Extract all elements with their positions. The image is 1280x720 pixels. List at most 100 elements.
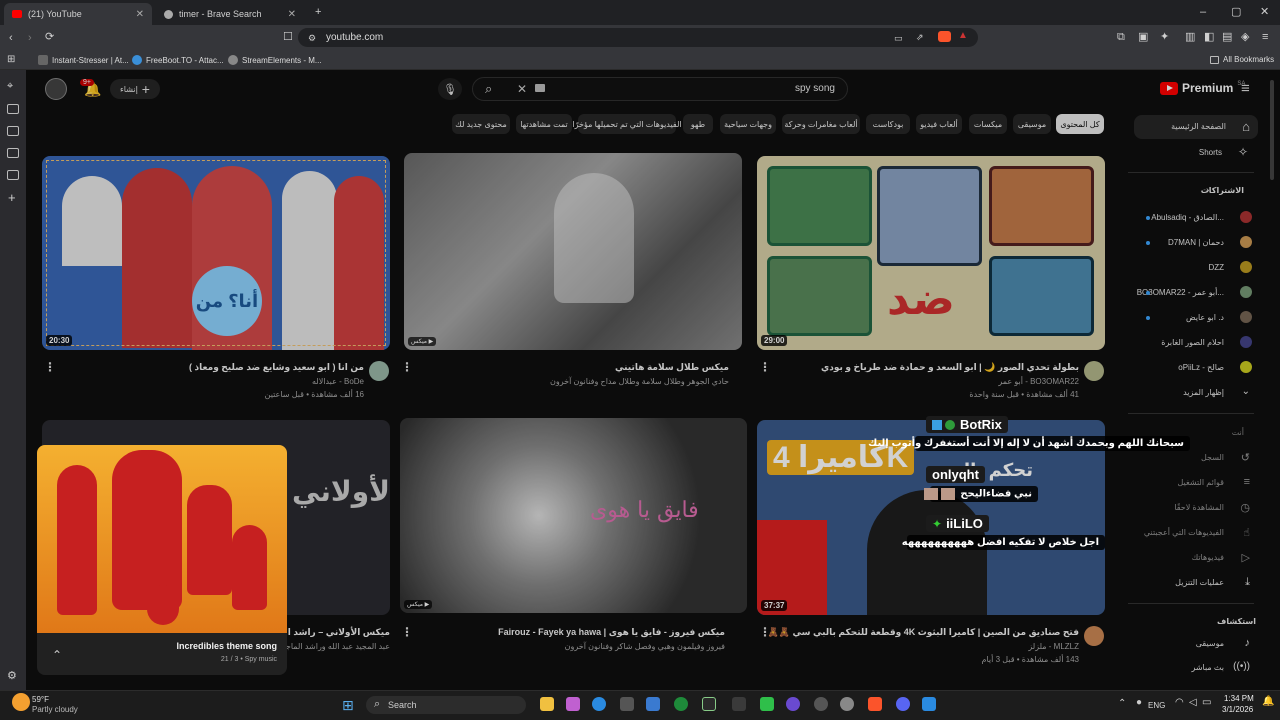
- weather-icon[interactable]: [12, 693, 30, 711]
- file-explorer-icon[interactable]: [540, 697, 554, 711]
- chip-mixes[interactable]: ميكسات: [969, 114, 1007, 134]
- video-thumbnail[interactable]: ضد 29:00: [757, 156, 1105, 350]
- app-icon[interactable]: [732, 697, 746, 711]
- chip-destinations[interactable]: وجهات سياحية: [720, 114, 776, 134]
- extensions-icon[interactable]: ⧉: [1117, 31, 1125, 43]
- taskbar-search[interactable]: ⌕ Search: [366, 696, 526, 714]
- channel-avatar[interactable]: [1084, 361, 1104, 381]
- tab-brave-search[interactable]: timer - Brave Search ✕: [156, 3, 304, 25]
- apps-grid-icon[interactable]: ⊞: [7, 54, 15, 66]
- leo-ai-icon[interactable]: ⌖: [7, 80, 13, 92]
- video-thumbnail[interactable]: أنا؟ من 20:30: [42, 156, 390, 350]
- rewards-icon[interactable]: ▲: [958, 30, 968, 42]
- battery-icon[interactable]: ▭: [1202, 697, 1211, 708]
- app-icon[interactable]: [922, 697, 936, 711]
- close-icon[interactable]: ✕: [136, 9, 144, 20]
- play-icon[interactable]: [760, 697, 774, 711]
- wifi-icon[interactable]: ◠: [1175, 697, 1184, 708]
- channel-avatar[interactable]: [1084, 626, 1104, 646]
- subscription-item[interactable]: DZZ: [1134, 260, 1258, 276]
- add-panel-icon[interactable]: +: [8, 191, 16, 204]
- sidebar-icon[interactable]: ▥: [1185, 31, 1195, 43]
- notification-center-icon[interactable]: 🔔: [1262, 696, 1274, 707]
- share-icon[interactable]: ⇗: [916, 31, 924, 43]
- show-more[interactable]: إظهار المزيد ⌄: [1134, 385, 1258, 401]
- more-options-icon[interactable]: ⋮: [44, 360, 56, 374]
- channel-name[interactable]: BO3OMAR22 - أبو عمر: [998, 377, 1079, 386]
- app-icon[interactable]: [566, 697, 580, 711]
- search-box[interactable]: ⌕ ✕ spy song: [472, 77, 848, 101]
- video-title[interactable]: ميكس طلال سلامة هاتيني: [615, 362, 729, 373]
- app-icon[interactable]: [620, 697, 634, 711]
- video-title[interactable]: فتح صناديق من الصين | كاميرا البثوث 4K و…: [768, 627, 1079, 638]
- reload-icon[interactable]: ⟳: [45, 31, 54, 43]
- channel-name[interactable]: فيروز وفيلمون وهبي وفصل شاكر وفنانون آخر…: [565, 642, 725, 651]
- search-icon[interactable]: ⌕: [485, 81, 492, 97]
- avatar[interactable]: [45, 78, 67, 100]
- voice-search-button[interactable]: 🎙: [438, 78, 462, 100]
- channel-name[interactable]: MLZLZ - ملزلز: [1028, 642, 1079, 651]
- mini-player[interactable]: ⌃ Incredibles theme song 21 / 3 • Spy mu…: [37, 445, 287, 675]
- wallet-brave-icon[interactable]: ▤: [1222, 31, 1232, 43]
- chip-podcasts[interactable]: بودكاست: [866, 114, 910, 134]
- bookmark-item[interactable]: Instant-Stresser | At...: [38, 55, 129, 65]
- chip-all[interactable]: كل المحتوى: [1056, 114, 1104, 134]
- subscription-item[interactable]: احلام الصور الغابرة: [1134, 335, 1258, 351]
- shield-icon[interactable]: ◈: [1241, 31, 1249, 43]
- subscription-item[interactable]: BO3OMAR22 - أبو عمر...: [1134, 285, 1258, 301]
- nav-downloads[interactable]: ⤓ عمليات التنزيل: [1134, 575, 1258, 591]
- chip-music[interactable]: موسيقى: [1013, 114, 1051, 134]
- nav-music[interactable]: ♪ موسيقى: [1134, 636, 1258, 652]
- all-bookmarks[interactable]: All Bookmarks: [1210, 55, 1274, 64]
- video-thumbnail[interactable]: ميكس ▶: [404, 153, 742, 350]
- video-title[interactable]: من انا ( ابو سعيد وشايع ضد صليح ومعاذ ): [189, 362, 364, 373]
- back-icon[interactable]: ‹: [9, 32, 13, 44]
- scrollbar[interactable]: [1270, 80, 1274, 180]
- hamburger-menu-icon[interactable]: ≡: [1241, 80, 1250, 97]
- nav-history[interactable]: ↺ السجل: [1134, 450, 1258, 466]
- video-thumbnail[interactable]: فايق يا هوى ميكس ▶: [400, 418, 747, 613]
- youtube-premium-logo[interactable]: Premium SA: [1160, 81, 1245, 95]
- more-options-icon[interactable]: ⋮: [401, 360, 413, 374]
- forward-icon[interactable]: ›: [28, 32, 32, 44]
- reading-list-icon[interactable]: [7, 104, 19, 114]
- address-bar[interactable]: ⚙ youtube.com ▭ ⇗ ▲: [298, 28, 978, 47]
- windows-start-icon[interactable]: ⊞: [342, 697, 354, 714]
- create-button[interactable]: إنشاء +: [110, 79, 160, 99]
- nav-watch-later[interactable]: ◷ المشاهدة لاحقًا: [1134, 500, 1258, 516]
- chip-new-to-you[interactable]: محتوى جديد لك: [452, 114, 510, 134]
- history-icon[interactable]: [7, 148, 19, 158]
- video-title[interactable]: ميكس فيروز - فايق يا هوى | Fairouz - Fay…: [498, 627, 725, 638]
- more-options-icon[interactable]: ⋮: [759, 625, 771, 639]
- cast-icon[interactable]: ▭: [894, 32, 903, 44]
- channel-avatar[interactable]: [369, 361, 389, 381]
- app-icon[interactable]: [786, 697, 800, 711]
- bookmark-icon[interactable]: ☐: [283, 31, 293, 43]
- subscription-item[interactable]: D7MAN | دحمان: [1134, 235, 1258, 251]
- site-info-icon[interactable]: ⚙: [308, 32, 316, 44]
- puzzle-icon[interactable]: ✦: [1160, 31, 1169, 43]
- chip-action-adventure[interactable]: ألعاب مغامرات وحركة: [782, 114, 860, 134]
- settings-icon[interactable]: [840, 697, 854, 711]
- chevron-up-icon[interactable]: ⌃: [1118, 698, 1126, 709]
- wallet-icon[interactable]: ▣: [1138, 31, 1148, 43]
- more-options-icon[interactable]: ⋮: [401, 625, 413, 639]
- search-input[interactable]: spy song: [795, 83, 835, 94]
- settings-icon[interactable]: ⚙: [7, 670, 17, 682]
- new-tab-icon[interactable]: +: [315, 6, 321, 18]
- nav-home[interactable]: ⌂ الصفحة الرئيسية: [1134, 115, 1258, 139]
- tab-youtube[interactable]: (21) YouTube ✕: [4, 3, 152, 25]
- menu-icon[interactable]: ≡: [1262, 31, 1268, 43]
- subscription-item[interactable]: Abulsadiq - الصادق...: [1134, 210, 1258, 226]
- bookmark-item[interactable]: StreamElements - M...: [228, 55, 322, 65]
- close-icon[interactable]: ✕: [288, 9, 296, 20]
- obs-icon[interactable]: [814, 697, 828, 711]
- app-tray-icon[interactable]: ●: [1136, 697, 1142, 708]
- chip-video-games[interactable]: ألعاب فيديو: [916, 114, 962, 134]
- app-icon[interactable]: [674, 697, 688, 711]
- chip-watched[interactable]: تمت مشاهدتها: [516, 114, 572, 134]
- clock-date[interactable]: 3/1/2026: [1222, 705, 1253, 714]
- mini-player-video[interactable]: [37, 445, 287, 633]
- maximize-icon[interactable]: ▢: [1231, 6, 1241, 18]
- vpn-icon[interactable]: ◧: [1204, 31, 1214, 43]
